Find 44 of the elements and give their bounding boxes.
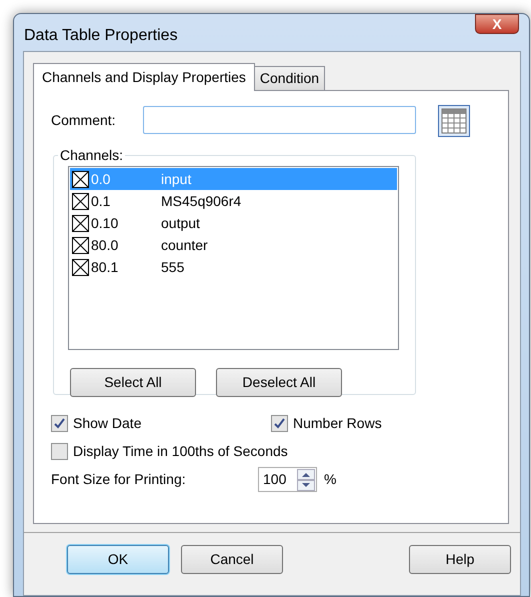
spin-up-icon[interactable] xyxy=(297,468,315,480)
channel-list[interactable]: 0.0 input 0.1 MS45q906r4 0.10 output 80.0 counter 80.1 555 xyxy=(68,166,399,350)
channel-name: output xyxy=(161,214,200,233)
comment-label: Comment: xyxy=(51,110,117,130)
option-label: Show Date xyxy=(73,414,142,432)
channel-name: 555 xyxy=(161,258,184,276)
font-size-label: Font Size for Printing: xyxy=(51,470,187,489)
channel-name: input xyxy=(161,170,192,189)
option-label: Display Time in 100ths of Seconds xyxy=(73,442,288,461)
checkbox[interactable] xyxy=(72,170,89,188)
checkbox[interactable] xyxy=(72,258,89,276)
checkbox[interactable] xyxy=(72,236,89,254)
checkbox[interactable] xyxy=(51,442,68,460)
dialog-button[interactable]: Help xyxy=(409,545,511,574)
window-title: Data Table Properties xyxy=(24,26,178,46)
tab[interactable]: Condition xyxy=(254,66,326,90)
percent-label: % xyxy=(324,470,336,489)
option-label: Number Rows xyxy=(293,414,382,432)
font-size-value: 100 xyxy=(262,470,288,489)
checkbox[interactable] xyxy=(72,214,89,232)
font-size-spinner[interactable]: 100 xyxy=(258,467,317,492)
channel-address: 0.0 xyxy=(91,170,112,188)
checkbox[interactable] xyxy=(72,192,89,210)
checkbox[interactable] xyxy=(51,414,68,432)
checkbox[interactable] xyxy=(271,414,288,432)
dialog-button[interactable]: Cancel xyxy=(181,545,283,574)
channel-address: 80.1 xyxy=(91,258,120,276)
channel-select-button[interactable]: Select All xyxy=(70,368,196,397)
channel-row[interactable]: 0.10 output xyxy=(70,212,397,234)
channel-address: 0.10 xyxy=(91,214,120,232)
spin-down-icon[interactable] xyxy=(297,480,315,490)
channel-row[interactable]: 80.0 counter xyxy=(70,234,397,256)
channel-row[interactable]: 0.1 MS45q906r4 xyxy=(70,190,397,212)
comment-field[interactable] xyxy=(143,106,416,134)
table-icon[interactable] xyxy=(438,105,470,137)
channel-address: 80.0 xyxy=(91,236,120,254)
channel-name: counter xyxy=(161,236,208,254)
channels-label: Channels: xyxy=(59,146,124,165)
channel-name: MS45q906r4 xyxy=(161,192,242,211)
channel-select-button[interactable]: Deselect All xyxy=(216,368,342,397)
channel-row[interactable]: 80.1 555 xyxy=(70,256,397,278)
channel-address: 0.1 xyxy=(91,192,112,210)
dialog-button[interactable]: OK xyxy=(67,545,169,574)
tab[interactable]: Channels and Display Properties xyxy=(33,63,255,91)
